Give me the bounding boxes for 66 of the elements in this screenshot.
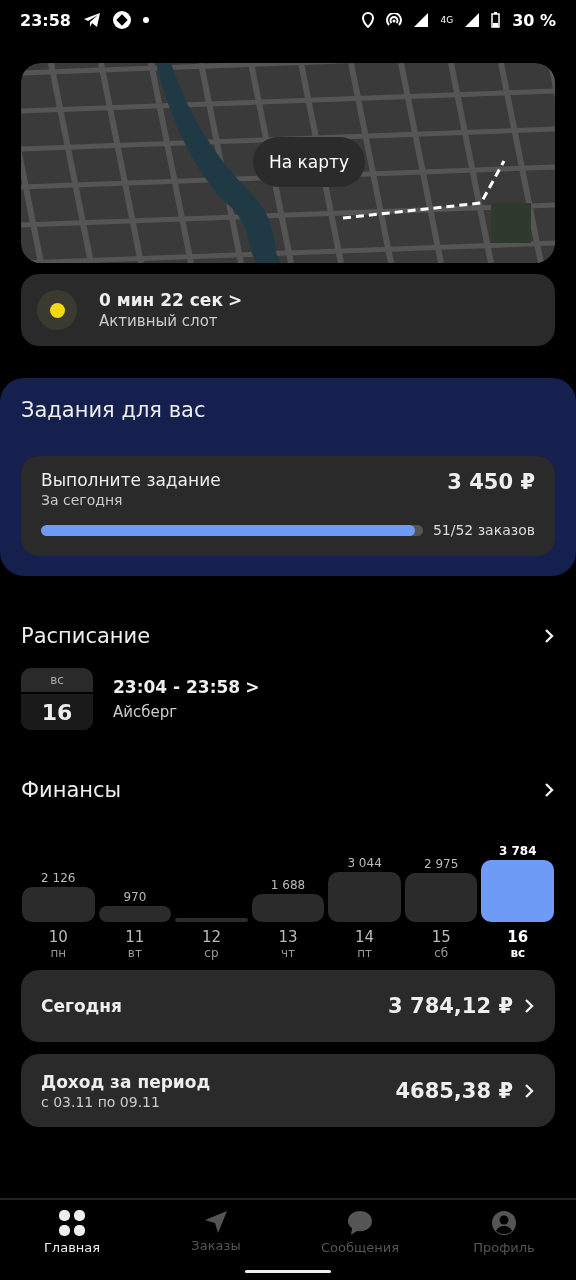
day-date: 14 — [355, 928, 375, 946]
bar-value: 1 688 — [270, 878, 306, 893]
day-date: 16 — [507, 928, 529, 946]
today-label: Сегодня — [41, 996, 122, 1016]
day-weekday: вт — [127, 946, 142, 960]
chevron-right-icon[interactable] — [543, 781, 555, 799]
income-value: 4685,38 ₽ — [395, 1078, 513, 1103]
day-date: 10 — [48, 928, 68, 946]
nav-tab[interactable]: Главная — [0, 1200, 144, 1280]
bar-value: 2 975 — [424, 857, 459, 872]
chart-bar[interactable] — [481, 860, 555, 922]
chat-icon — [347, 1210, 373, 1236]
task-card[interactable]: Выполните задание За сегодня 3 450 ₽ 51/52 заказов — [21, 456, 555, 556]
chevron-right-icon[interactable] — [523, 997, 535, 1015]
task-subtitle: За сегодня — [41, 492, 124, 508]
section-title: Финансы — [21, 778, 122, 802]
network-type: 4G — [440, 15, 454, 25]
chevron: > — [227, 290, 243, 310]
signal-icon — [414, 13, 429, 27]
day-weekday: пн — [50, 946, 67, 960]
income-label: Доход за период — [41, 1071, 211, 1092]
dot-icon — [142, 17, 149, 23]
slot-label: Активный слот — [99, 312, 219, 330]
chevron-right-icon[interactable] — [543, 627, 555, 645]
location-icon — [362, 12, 375, 28]
bar-value: 2 126 — [41, 871, 76, 886]
shift-time: 23:04 - 23:58 — [113, 677, 241, 697]
slot-card[interactable]: 0 мин 22 сек > Активный слот — [21, 274, 555, 346]
bar-value: 3 044 — [347, 856, 382, 871]
map-button[interactable]: На карту — [253, 137, 366, 187]
progress-text: 51/52 заказов — [432, 522, 535, 538]
day-weekday: вс — [510, 946, 526, 960]
slot-timer: 0 мин 22 сек — [99, 290, 223, 310]
app-icon — [112, 11, 131, 29]
chevron: > — [245, 677, 260, 697]
date-badge: вс 16 — [21, 668, 93, 730]
battery-icon — [491, 12, 501, 28]
day-date: 13 — [278, 928, 298, 946]
shift-place: Айсберг — [113, 703, 179, 721]
day-date: 15 — [431, 928, 451, 946]
bar-value: 3 784 — [498, 844, 537, 858]
today-value: 3 784,12 ₽ — [388, 994, 513, 1018]
grid-icon — [59, 1210, 85, 1236]
status-time: 23:58 — [20, 10, 71, 30]
today-card[interactable]: Сегодня 3 784,12 ₽ — [21, 970, 555, 1042]
status-indicator — [37, 290, 77, 330]
day-weekday: сб — [434, 946, 449, 960]
battery-percent: 30 % — [512, 10, 556, 30]
day-weekday: ср — [204, 946, 219, 960]
chevron-right-icon[interactable] — [523, 1081, 535, 1100]
section-title: Расписание — [21, 624, 151, 648]
day-weekday: пт — [357, 946, 372, 960]
section-title: Задания для вас — [21, 398, 206, 422]
navigation-arrow-icon — [204, 1210, 228, 1234]
income-range: с 03.11 по 09.11 — [41, 1093, 161, 1110]
signal-icon — [465, 13, 480, 27]
day-date: 12 — [201, 928, 221, 946]
hotspot-icon — [386, 13, 403, 27]
bar-value: 970 — [123, 890, 147, 905]
income-card[interactable]: Доход за период с 03.11 по 09.11 4685,38 ₽ — [21, 1054, 555, 1127]
task-title: Выполните задание — [41, 470, 221, 490]
profile-icon — [491, 1210, 517, 1236]
task-reward: 3 450 ₽ — [447, 470, 535, 494]
telegram-icon — [82, 12, 101, 28]
day-date: 11 — [125, 928, 145, 946]
day-weekday: чт — [280, 946, 296, 960]
